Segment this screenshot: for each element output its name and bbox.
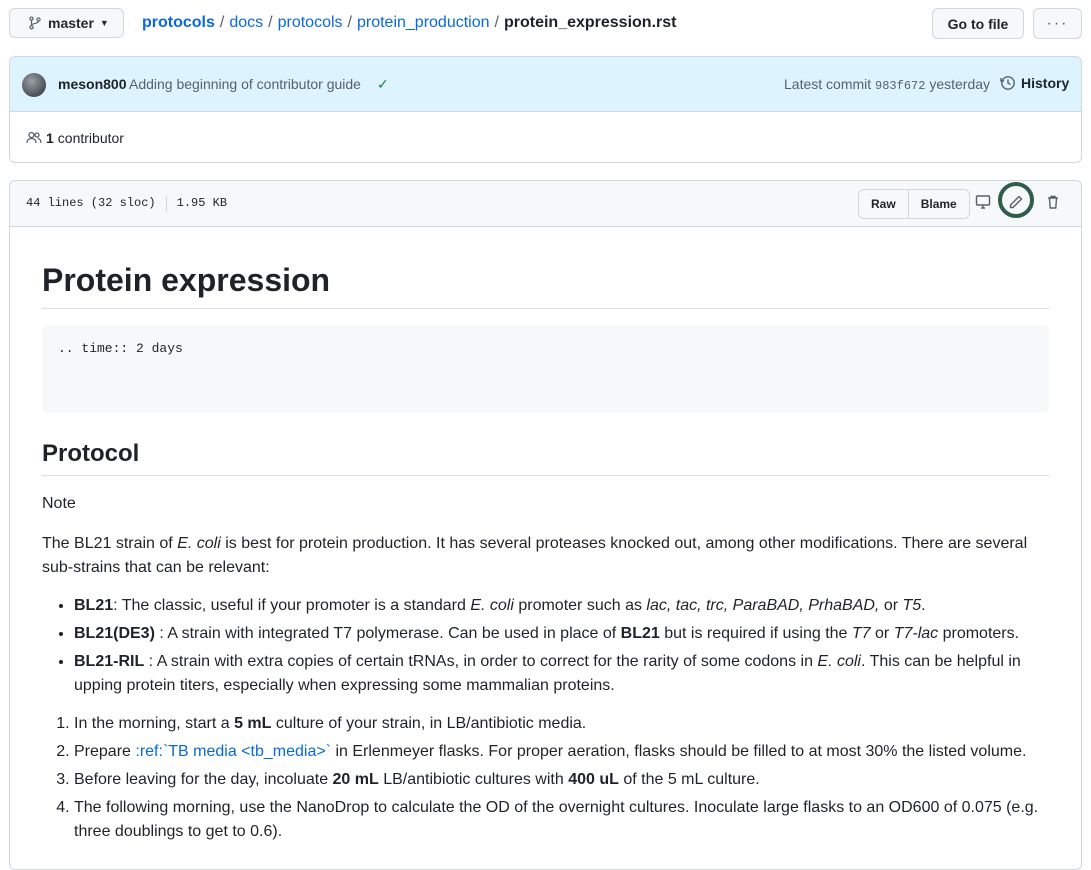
git-branch-icon [29,16,41,30]
commit-author[interactable]: meson800 [58,76,126,92]
latest-commit-info: Latest commit 983f672 yesterday [784,76,990,93]
list-item: Before leaving for the day, incoluate 20… [74,768,1049,792]
file-view: 44 lines (32 sloc) 1.95 KB Raw Blame Pro… [9,180,1082,870]
latest-commit-label: Latest commit [784,76,872,92]
check-icon: ✓ [377,76,389,92]
history-label: History [1021,75,1070,91]
avatar[interactable] [22,73,46,97]
file-header: 44 lines (32 sloc) 1.95 KB Raw Blame [10,181,1081,227]
list-item: BL21(DE3) : A strain with integrated T7 … [74,622,1049,646]
rendered-document: Protein expression .. time:: 2 days Prot… [42,226,1049,844]
list-item: BL21-RIL : A strain with extra copies of… [74,650,1049,698]
commit-sha[interactable]: 983f672 [875,79,925,93]
desktop-icon[interactable] [974,193,992,211]
pencil-icon[interactable] [1007,193,1025,211]
breadcrumb-repo[interactable]: protocols [142,14,215,32]
breadcrumb-protein-production[interactable]: protein_production [357,14,490,32]
raw-button[interactable]: Raw [859,190,908,218]
breadcrumb-file-name: protein_expression.rst [503,14,677,31]
section-heading-protocol: Protocol [42,439,1049,476]
commit-box: meson800 Adding beginning of contributor… [9,56,1082,163]
ref-link[interactable]: :ref:`TB media <tb_media>` [135,743,331,760]
breadcrumb-protocols[interactable]: protocols [278,14,343,32]
trash-icon[interactable] [1044,193,1062,211]
file-size: 1.95 KB [176,196,228,210]
list-item: The following morning, use the NanoDrop … [74,796,1049,844]
commit-time: yesterday [929,76,991,92]
latest-commit-bar: meson800 Adding beginning of contributor… [10,57,1081,112]
blame-button[interactable]: Blame [907,190,969,218]
code-block: .. time:: 2 days [42,325,1049,413]
intro-paragraph: The BL21 strain of E. coli is best for p… [42,535,1028,576]
note-paragraph: Note [42,495,76,512]
list-item: Prepare :ref:`TB media <tb_media>` in Er… [74,740,1049,764]
contributors-count: 1 [46,130,54,146]
list-item: In the morning, start a 5 mL culture of … [74,712,1049,736]
strain-list: BL21: The classic, useful if your promot… [42,594,1049,698]
list-item: BL21: The classic, useful if your promot… [74,594,1049,618]
file-view-button-group: Raw Blame [858,189,970,219]
divider [165,196,167,212]
people-icon [26,131,42,144]
file-lines: 44 lines (32 sloc) [26,196,156,210]
protocol-steps: In the morning, start a 5 mL culture of … [42,712,1049,844]
file-info: 44 lines (32 sloc) 1.95 KB [26,196,227,212]
kebab-horizontal-icon: ··· [1046,14,1069,32]
page-title: Protein expression [42,260,1049,309]
history-link[interactable]: History [1000,75,1069,91]
more-options-button[interactable]: ··· [1033,8,1082,39]
breadcrumb-docs[interactable]: docs [229,14,263,32]
contributors-summary[interactable]: 1 contributor [26,130,124,146]
commit-message[interactable]: Adding beginning of contributor guide [129,76,361,92]
history-icon [1000,76,1015,90]
branch-selector-button[interactable]: master ▼ [9,8,124,38]
branch-name: master [48,15,94,31]
contributors-label: contributor [57,130,124,146]
chevron-down-icon: ▼ [99,18,109,28]
breadcrumb: protocols / docs / protocols / protein_p… [142,14,677,32]
go-to-file-button[interactable]: Go to file [932,8,1024,39]
